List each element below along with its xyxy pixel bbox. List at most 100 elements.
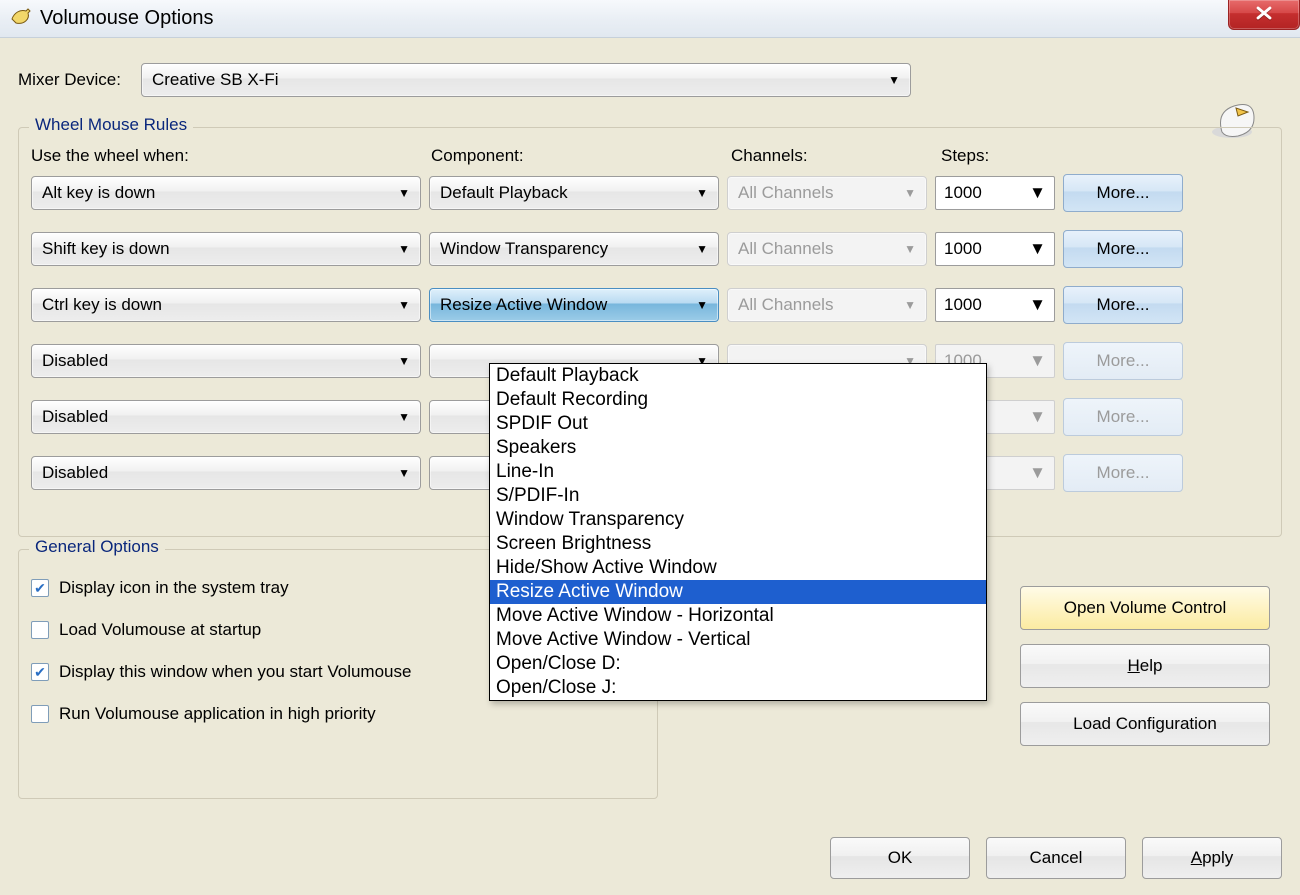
checkbox-row: Run Volumouse application in high priori… [31, 704, 645, 724]
chevron-down-icon: ▼ [696, 186, 708, 200]
checkbox[interactable] [31, 621, 49, 639]
more-label: More... [1097, 407, 1150, 427]
rule-row: Shift key is down▼Window Transparency▼Al… [31, 230, 1269, 268]
channels-value: All Channels [738, 239, 833, 259]
more-button: More... [1063, 342, 1183, 380]
header-steps: Steps: [941, 146, 1071, 166]
wheel-condition-dropdown[interactable]: Disabled▼ [31, 400, 421, 434]
chevron-down-icon: ▼ [904, 242, 916, 256]
wheel-condition-dropdown[interactable]: Shift key is down ▼ [31, 232, 421, 266]
dropdown-option[interactable]: S/PDIF-In [490, 484, 986, 508]
load-configuration-button[interactable]: Load Configuration [1020, 702, 1270, 746]
chevron-down-icon: ▼ [904, 298, 916, 312]
dropdown-option[interactable]: Resize Active Window [490, 580, 986, 604]
more-label: More... [1097, 351, 1150, 371]
dropdown-option[interactable]: Speakers [490, 436, 986, 460]
steps-value: 1000 [944, 295, 982, 315]
component-dropdown[interactable]: Resize Active Window▼ [429, 288, 719, 322]
close-icon [1254, 4, 1274, 25]
channels-dropdown[interactable]: All Channels ▼ [727, 232, 927, 266]
wheel-condition-dropdown[interactable]: Disabled ▼ [31, 456, 421, 490]
chevron-down-icon: ▼ [398, 242, 410, 256]
dropdown-option[interactable]: Open/Close D: [490, 652, 986, 676]
more-label: More... [1097, 295, 1150, 315]
wheel-condition-value: Disabled [42, 351, 108, 371]
chevron-down-icon: ▼ [904, 186, 916, 200]
wheel-condition-value: Disabled [42, 463, 108, 483]
steps-value: 1000 [944, 183, 982, 203]
wheel-rules-title: Wheel Mouse Rules [29, 115, 193, 135]
more-label: More... [1097, 183, 1150, 203]
more-button: More... [1063, 454, 1183, 492]
dropdown-option[interactable]: Move Active Window - Vertical [490, 628, 986, 652]
checkbox[interactable]: ✔ [31, 663, 49, 681]
steps-spinner[interactable]: 1000 ▼ [935, 232, 1055, 266]
dropdown-option[interactable]: Default Recording [490, 388, 986, 412]
checkbox-label: Display this window when you start Volum… [59, 662, 411, 682]
header-component: Component: [431, 146, 731, 166]
mixer-device-label: Mixer Device: [18, 70, 121, 90]
wheel-condition-dropdown[interactable]: Ctrl key is down▼ [31, 288, 421, 322]
dropdown-option[interactable]: Screen Brightness [490, 532, 986, 556]
wheel-condition-value: Shift key is down [42, 239, 170, 259]
more-label: More... [1097, 463, 1150, 483]
mixer-device-dropdown[interactable]: Creative SB X-Fi ▼ [141, 63, 911, 97]
chevron-down-icon: ▼ [398, 466, 410, 480]
wheel-condition-dropdown[interactable]: Alt key is down ▼ [31, 176, 421, 210]
channels-dropdown[interactable]: All Channels ▼ [727, 288, 927, 322]
dropdown-option[interactable]: Line-In [490, 460, 986, 484]
chevron-down-icon: ▼ [696, 298, 708, 312]
chevron-down-icon: ▼ [888, 73, 900, 87]
open-volume-control-button[interactable]: Open Volume Control [1020, 586, 1270, 630]
component-dropdown-popup[interactable]: Default PlaybackDefault RecordingSPDIF O… [489, 363, 987, 701]
mixer-device-value: Creative SB X-Fi [152, 70, 279, 90]
dropdown-option[interactable]: Hide/Show Active Window [490, 556, 986, 580]
checkbox[interactable]: ✔ [31, 579, 49, 597]
header-channels: Channels: [731, 146, 941, 166]
ok-label: OK [888, 848, 913, 868]
close-button[interactable] [1228, 0, 1300, 30]
dropdown-option[interactable]: Window Transparency [490, 508, 986, 532]
help-label: Help [1128, 656, 1163, 676]
channels-value: All Channels [738, 295, 833, 315]
chevron-down-icon: ▼ [1029, 295, 1046, 315]
component-value: Window Transparency [440, 239, 608, 259]
component-dropdown[interactable]: Window Transparency▼ [429, 232, 719, 266]
channels-dropdown[interactable]: All Channels ▼ [727, 176, 927, 210]
checkbox-label: Load Volumouse at startup [59, 620, 261, 640]
steps-value: 1000 [944, 239, 982, 259]
chevron-down-icon: ▼ [1029, 183, 1046, 203]
checkbox-label: Run Volumouse application in high priori… [59, 704, 376, 724]
chevron-down-icon: ▼ [1029, 407, 1046, 427]
volumouse-options-window: Volumouse Options Mixer Device: Creative… [0, 0, 1300, 895]
general-options-title: General Options [29, 537, 165, 557]
ok-button[interactable]: OK [830, 837, 970, 879]
chevron-down-icon: ▼ [1029, 239, 1046, 259]
channels-value: All Channels [738, 183, 833, 203]
titlebar: Volumouse Options [0, 0, 1300, 38]
chevron-down-icon: ▼ [398, 354, 410, 368]
component-dropdown[interactable]: Default Playback▼ [429, 176, 719, 210]
chevron-down-icon: ▼ [1029, 351, 1046, 371]
apply-button[interactable]: Apply [1142, 837, 1282, 879]
more-button[interactable]: More... [1063, 230, 1183, 268]
dropdown-option[interactable]: Default Playback [490, 364, 986, 388]
steps-spinner[interactable]: 1000 ▼ [935, 288, 1055, 322]
checkbox[interactable] [31, 705, 49, 723]
checkbox-label: Display icon in the system tray [59, 578, 289, 598]
steps-spinner[interactable]: 1000 ▼ [935, 176, 1055, 210]
wheel-condition-dropdown[interactable]: Disabled ▼ [31, 344, 421, 378]
cancel-label: Cancel [1030, 848, 1083, 868]
rule-row: Ctrl key is down▼Resize Active Window▼Al… [31, 286, 1269, 324]
help-button[interactable]: Help [1020, 644, 1270, 688]
dropdown-option[interactable]: Open/Close J: [490, 676, 986, 700]
chevron-down-icon: ▼ [398, 186, 410, 200]
cancel-button[interactable]: Cancel [986, 837, 1126, 879]
chevron-down-icon: ▼ [398, 298, 410, 312]
header-wheel: Use the wheel when: [31, 146, 431, 166]
more-button[interactable]: More... [1063, 174, 1183, 212]
dropdown-option[interactable]: Move Active Window - Horizontal [490, 604, 986, 628]
dropdown-option[interactable]: SPDIF Out [490, 412, 986, 436]
wheel-condition-value: Alt key is down [42, 183, 155, 203]
more-button[interactable]: More... [1063, 286, 1183, 324]
